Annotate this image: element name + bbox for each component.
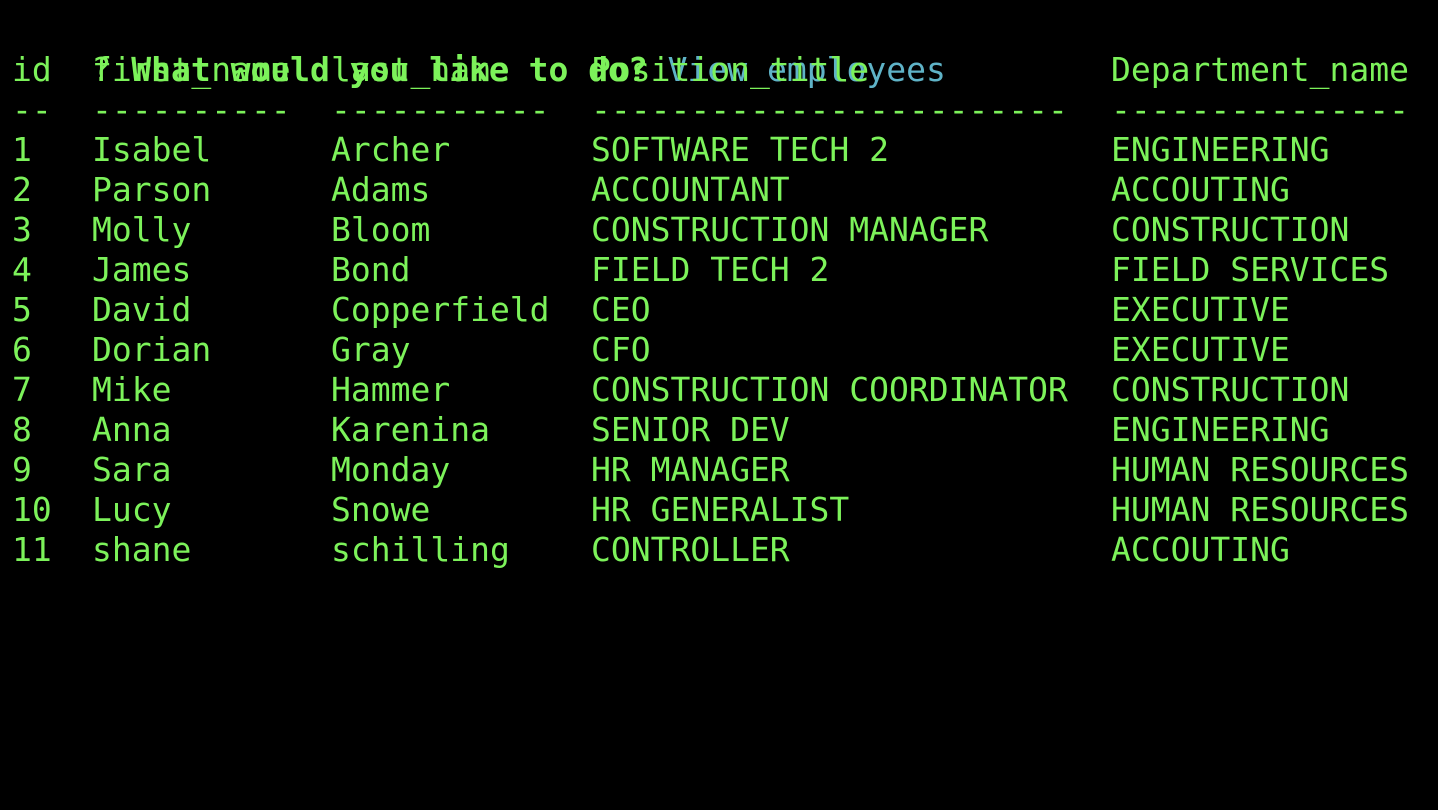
- table-row: 10 Lucy Snowe HR GENERALIST HUMAN RESOUR…: [12, 490, 1438, 530]
- terminal-window[interactable]: ? What would you like to do? View employ…: [0, 0, 1438, 606]
- cell-position-title: HR GENERALIST: [591, 490, 850, 529]
- cell-last-name: Snowe: [331, 490, 431, 529]
- separator-department-name: ---------------: [1111, 90, 1410, 129]
- cell-position-title: FIELD TECH 2: [591, 250, 830, 289]
- table-row: 3 Molly Bloom CONSTRUCTION MANAGER CONST…: [12, 210, 1438, 250]
- cell-id: 11: [12, 530, 52, 569]
- cell-first-name: Sara: [92, 450, 172, 489]
- cell-department-name: EXECUTIVE: [1111, 330, 1290, 369]
- column-header-id: id: [12, 50, 52, 89]
- separator-last-name: -----------: [331, 90, 550, 129]
- cell-id: 8: [12, 410, 32, 449]
- cell-position-title: CONSTRUCTION MANAGER: [591, 210, 989, 249]
- cell-first-name: Dorian: [92, 330, 212, 369]
- cell-position-title: CFO: [591, 330, 651, 369]
- cell-last-name: Archer: [331, 130, 451, 169]
- cell-department-name: EXECUTIVE: [1111, 290, 1290, 329]
- cell-last-name: schilling: [331, 530, 510, 569]
- cell-last-name: Adams: [331, 170, 431, 209]
- table-row: 4 James Bond FIELD TECH 2 FIELD SERVICES: [12, 250, 1438, 290]
- column-header-position-title: Position_title: [591, 50, 870, 89]
- cell-position-title: SENIOR DEV: [591, 410, 790, 449]
- cell-first-name: Molly: [92, 210, 192, 249]
- cell-last-name: Gray: [331, 330, 411, 369]
- cell-id: 10: [12, 490, 52, 529]
- cell-position-title: CONSTRUCTION COORDINATOR: [591, 370, 1068, 409]
- cell-first-name: Anna: [92, 410, 172, 449]
- cell-position-title: HR MANAGER: [591, 450, 790, 489]
- cell-position-title: CONTROLLER: [591, 530, 790, 569]
- separator-first-name: ----------: [92, 90, 291, 129]
- cell-last-name: Monday: [331, 450, 451, 489]
- cell-first-name: James: [92, 250, 192, 289]
- cell-first-name: shane: [92, 530, 192, 569]
- table-row: 7 Mike Hammer CONSTRUCTION COORDINATOR C…: [12, 370, 1438, 410]
- cell-id: 5: [12, 290, 32, 329]
- table-row: 11 shane schilling CONTROLLER ACCOUTING: [12, 530, 1438, 570]
- table-separator-row: -- ---------- ----------- --------------…: [12, 90, 1438, 130]
- separator-id: --: [12, 90, 52, 129]
- column-header-last-name: last_name: [331, 50, 510, 89]
- cell-department-name: HUMAN RESOURCES: [1111, 490, 1410, 529]
- table-header-row: id first_name last_name Position_title D…: [12, 50, 1438, 90]
- cell-id: 2: [12, 170, 32, 209]
- cell-first-name: Parson: [92, 170, 212, 209]
- cell-department-name: CONSTRUCTION: [1111, 370, 1350, 409]
- cell-id: 9: [12, 450, 32, 489]
- cell-id: 3: [12, 210, 32, 249]
- cell-id: 6: [12, 330, 32, 369]
- table-row: 8 Anna Karenina SENIOR DEV ENGINEERING: [12, 410, 1438, 450]
- cell-department-name: FIELD SERVICES: [1111, 250, 1390, 289]
- table-row: 1 Isabel Archer SOFTWARE TECH 2 ENGINEER…: [12, 130, 1438, 170]
- cell-last-name: Bond: [331, 250, 411, 289]
- cell-last-name: Bloom: [331, 210, 431, 249]
- cell-position-title: ACCOUNTANT: [591, 170, 790, 209]
- cell-id: 1: [12, 130, 32, 169]
- cell-department-name: ENGINEERING: [1111, 130, 1330, 169]
- cell-department-name: ACCOUTING: [1111, 170, 1290, 209]
- cell-first-name: Lucy: [92, 490, 172, 529]
- cell-last-name: Karenina: [331, 410, 490, 449]
- table-row: 6 Dorian Gray CFO EXECUTIVE: [12, 330, 1438, 370]
- separator-position-title: ------------------------: [591, 90, 1068, 129]
- cell-first-name: Mike: [92, 370, 172, 409]
- table-row: 2 Parson Adams ACCOUNTANT ACCOUTING: [12, 170, 1438, 210]
- column-header-department-name: Department_name: [1111, 50, 1410, 89]
- prompt-line: ? What would you like to do? View employ…: [12, 10, 1438, 89]
- cell-position-title: CEO: [591, 290, 651, 329]
- cell-first-name: David: [92, 290, 192, 329]
- cell-position-title: SOFTWARE TECH 2: [591, 130, 890, 169]
- cell-last-name: Hammer: [331, 370, 451, 409]
- cell-first-name: Isabel: [92, 130, 212, 169]
- table-row: 5 David Copperfield CEO EXECUTIVE: [12, 290, 1438, 330]
- cell-department-name: ACCOUTING: [1111, 530, 1290, 569]
- cell-department-name: CONSTRUCTION: [1111, 210, 1350, 249]
- cell-id: 4: [12, 250, 32, 289]
- cell-department-name: ENGINEERING: [1111, 410, 1330, 449]
- cell-id: 7: [12, 370, 32, 409]
- cell-department-name: HUMAN RESOURCES: [1111, 450, 1410, 489]
- table-row: 9 Sara Monday HR MANAGER HUMAN RESOURCES: [12, 450, 1438, 490]
- cell-last-name: Copperfield: [331, 290, 550, 329]
- column-header-first-name: first_name: [92, 50, 291, 89]
